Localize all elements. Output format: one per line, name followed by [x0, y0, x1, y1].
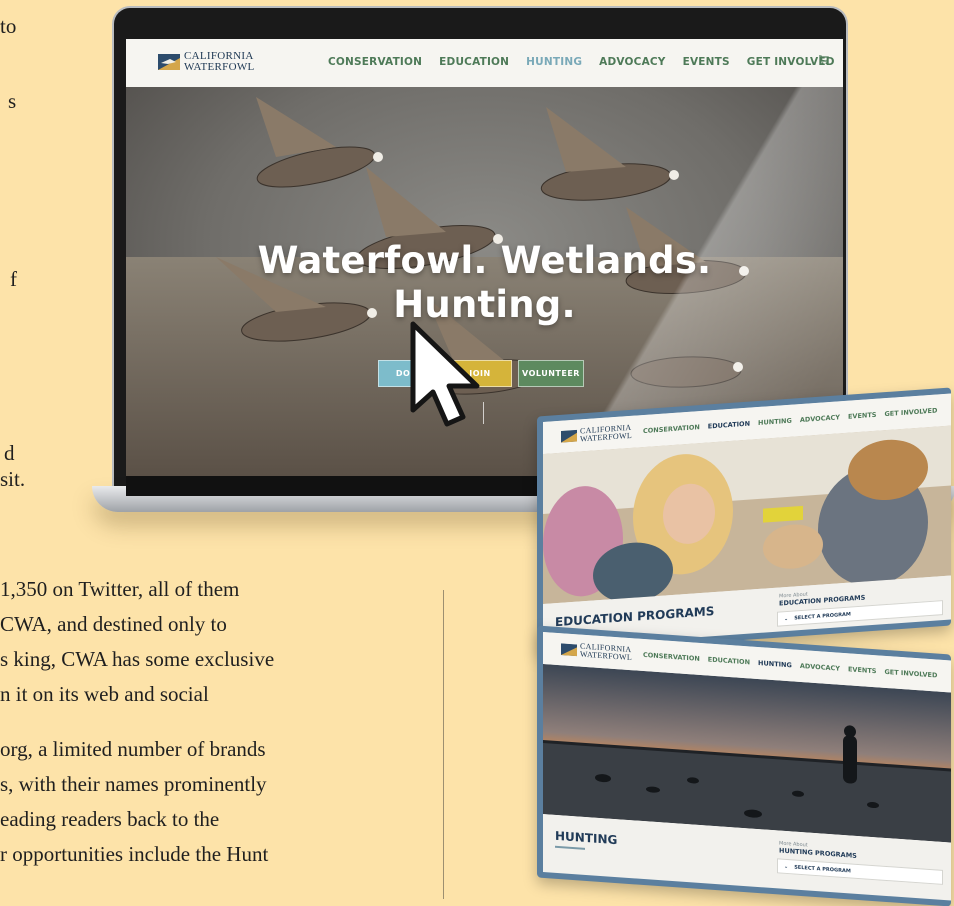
mouse-pointer-icon — [410, 321, 480, 427]
card-logo: CALIFORNIA WATERFOWL — [561, 641, 632, 662]
nav-education[interactable]: EDUCATION — [708, 420, 750, 431]
article-fragment: 1,350 on Twitter, all of them — [0, 577, 240, 601]
select-label: SELECT A PROGRAM — [794, 611, 851, 621]
nav-advocacy[interactable]: ADVOCACY — [599, 56, 665, 68]
nav-education[interactable]: EDUCATION — [439, 56, 509, 68]
nav-hunting[interactable]: HUNTING — [526, 56, 582, 68]
nav-education[interactable]: EDUCATION — [708, 655, 750, 666]
logo-text-block: CALIFORNIA WATERFOWL — [184, 51, 255, 73]
article-fragment: s — [8, 89, 17, 113]
card-title: EDUCATION PROGRAMS — [555, 604, 715, 630]
nav-events[interactable]: EVENTS — [848, 665, 876, 675]
select-label: SELECT A PROGRAM — [794, 864, 851, 874]
article-fragment: s, with their names prominently — [0, 772, 267, 796]
article-fragment: org, a limited number of brands — [0, 737, 266, 761]
sunset-hunting-photo — [543, 663, 951, 843]
nav-conservation[interactable]: CONSERVATION — [328, 56, 422, 68]
nav-get-involved[interactable]: GET INVOLVED — [884, 406, 937, 418]
duck-logo-icon — [561, 429, 577, 443]
card-logo-text: CALIFORNIA WATERFOWL — [580, 423, 633, 444]
article-fragment: f — [10, 267, 17, 291]
nav-events[interactable]: EVENTS — [683, 56, 730, 68]
chevron-down-icon: ⌄ — [784, 615, 789, 622]
nav-advocacy[interactable]: ADVOCACY — [800, 662, 840, 673]
article-fragment: CWA, and destined only to — [0, 612, 227, 636]
hunting-page-card: CALIFORNIA WATERFOWL CONSERVATION EDUCAT… — [537, 625, 951, 906]
column-divider — [443, 590, 444, 899]
volunteer-button[interactable]: VOLUNTEER — [518, 360, 584, 387]
programs-subtitle: HUNTING PROGRAMS — [779, 846, 857, 860]
article-fragment: to — [0, 14, 17, 38]
article-fragment: r opportunities include the Hunt — [0, 842, 269, 866]
logo-line-2: WATERFOWL — [580, 649, 633, 663]
cart-icon[interactable] — [819, 55, 829, 65]
duck-logo-icon — [561, 643, 577, 657]
logo-line-2: WATERFOWL — [184, 61, 255, 73]
card-logo: CALIFORNIA WATERFOWL — [561, 423, 633, 445]
card-logo-text: CALIFORNIA WATERFOWL — [580, 642, 633, 663]
article-fragment: n it on its web and social — [0, 682, 209, 706]
duck-logo-icon — [158, 54, 180, 70]
nav-advocacy[interactable]: ADVOCACY — [800, 413, 840, 424]
logo-line-2: WATERFOWL — [580, 430, 633, 444]
nav-events[interactable]: EVENTS — [848, 411, 876, 421]
program-select[interactable]: ⌄ SELECT A PROGRAM — [777, 858, 943, 885]
article-fragment: s king, CWA has some exclusive — [0, 647, 275, 671]
chevron-down-icon: ⌄ — [784, 863, 789, 870]
site-logo[interactable]: CALIFORNIA WATERFOWL — [158, 51, 255, 73]
hero-title-line-1: Waterfowl. Wetlands. — [257, 239, 712, 282]
nav-hunting[interactable]: HUNTING — [758, 417, 792, 427]
nav-conservation[interactable]: CONSERVATION — [643, 423, 700, 435]
main-nav: CONSERVATION EDUCATION HUNTING ADVOCACY … — [328, 56, 835, 68]
nav-hunting[interactable]: HUNTING — [758, 659, 792, 669]
site-header: CALIFORNIA WATERFOWL CONSERVATION EDUCAT… — [126, 39, 843, 87]
article-fragment: sit. — [0, 467, 26, 491]
card-title: HUNTING — [555, 828, 618, 848]
title-underline — [555, 845, 585, 850]
nav-get-involved[interactable]: GET INVOLVED — [884, 668, 937, 680]
article-fragment: d — [4, 441, 15, 465]
children-education-photo — [543, 425, 951, 605]
education-page-card: CALIFORNIA WATERFOWL CONSERVATION EDUCAT… — [537, 387, 951, 655]
nav-conservation[interactable]: CONSERVATION — [643, 651, 700, 663]
article-fragment: eading readers back to the — [0, 807, 220, 831]
